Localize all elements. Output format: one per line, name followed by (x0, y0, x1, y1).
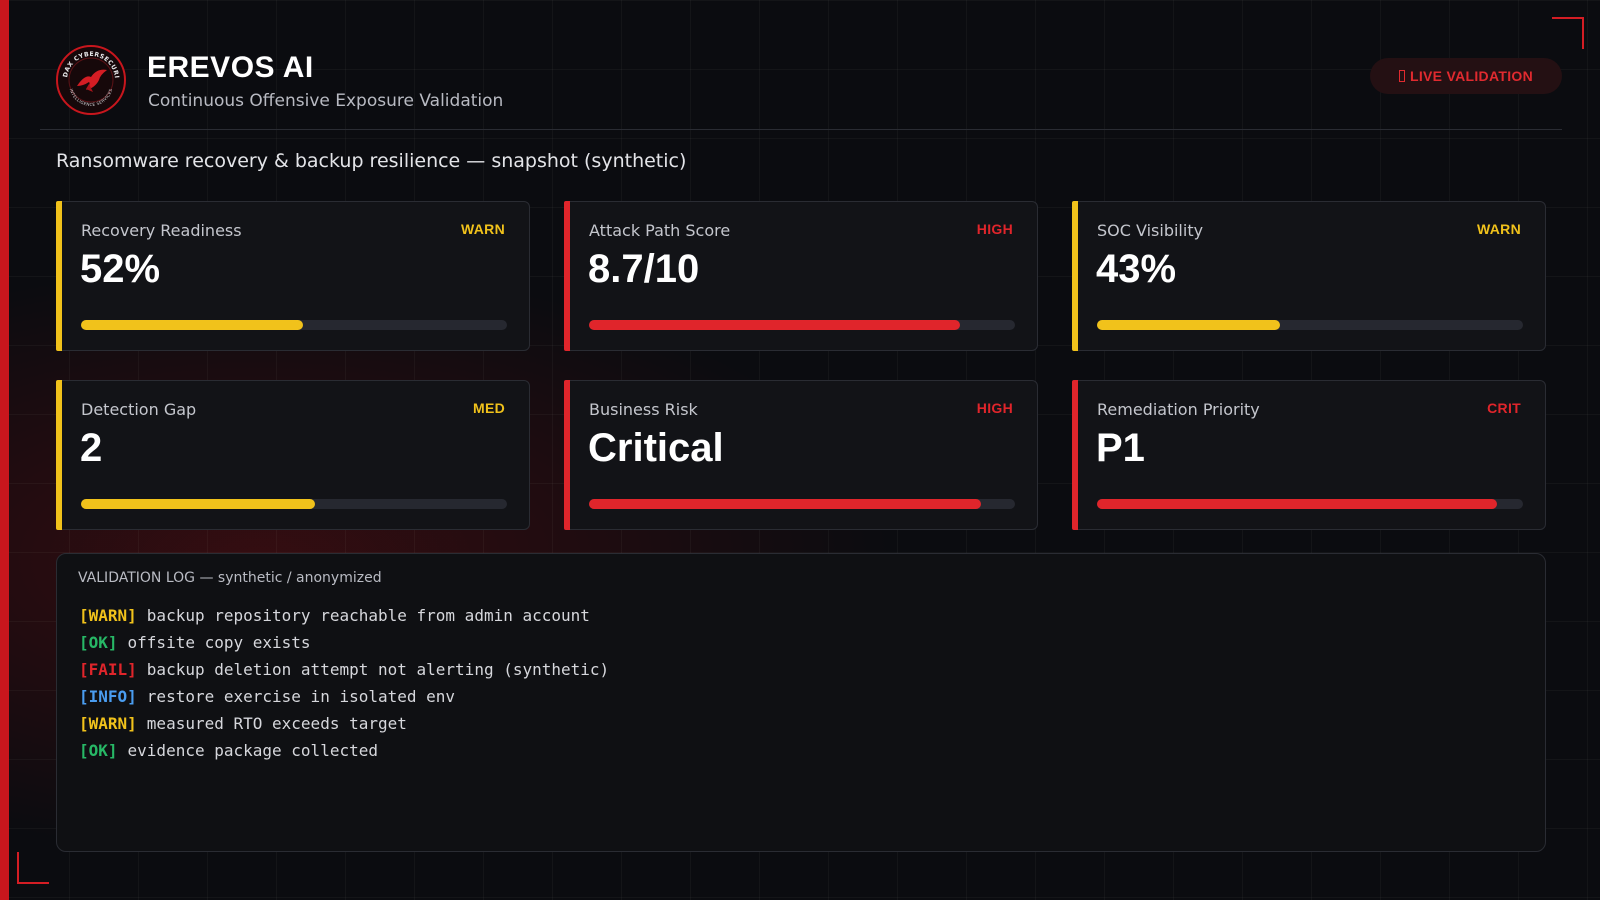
metric-label: Attack Path Score (589, 221, 731, 240)
severity-badge: HIGH (976, 221, 1013, 237)
metric-card-remediation-priority: Remediation Priority CRIT P1 (1072, 380, 1546, 530)
corner-bracket-bottom-left (17, 852, 49, 884)
header: AUDAX CYBERSECURITY INTELLIGENCE SERVICE… (40, 44, 1562, 130)
metric-label: Detection Gap (81, 400, 197, 419)
metric-value: P1 (1096, 426, 1145, 470)
progress-track (81, 320, 507, 330)
log-level-tag: [FAIL] (79, 660, 137, 679)
validation-log-panel: VALIDATION LOG — synthetic / anonymized … (56, 553, 1546, 852)
brand-accent-bar (0, 0, 9, 900)
log-level-tag: [OK] (79, 741, 118, 760)
log-level-tag: [WARN] (79, 606, 137, 625)
metric-value: 52% (80, 247, 161, 291)
log-message: backup deletion attempt not alerting (sy… (146, 660, 610, 679)
severity-badge: MED (472, 400, 505, 416)
validation-log-title: VALIDATION LOG — synthetic / anonymized (78, 570, 382, 586)
log-line: [INFO] restore exercise in isolated env (79, 683, 609, 710)
log-level-tag: [INFO] (79, 687, 137, 706)
validation-log-lines: [WARN] backup repository reachable from a… (79, 602, 609, 764)
live-indicator-icon (1399, 70, 1405, 82)
log-message: measured RTO exceeds target (146, 714, 407, 733)
progress-fill (1097, 320, 1281, 330)
log-level-tag: [WARN] (79, 714, 137, 733)
snapshot-title: Ransomware recovery & backup resilience … (56, 150, 687, 172)
log-level-tag: [OK] (79, 633, 118, 652)
app-title: EREVOS AI (147, 51, 314, 84)
dashboard-page: AUDAX CYBERSECURITY INTELLIGENCE SERVICE… (0, 0, 1600, 900)
log-message: backup repository reachable from admin a… (146, 606, 590, 625)
audax-logo-icon: AUDAX CYBERSECURITY INTELLIGENCE SERVICE… (55, 44, 126, 115)
metric-card-business-risk: Business Risk HIGH Critical (564, 380, 1038, 530)
metric-value: Critical (588, 426, 724, 470)
progress-track (589, 499, 1015, 509)
card-accent (1072, 380, 1078, 530)
metric-label: Remediation Priority (1097, 400, 1260, 419)
log-message: offsite copy exists (127, 633, 311, 652)
log-message: evidence package collected (127, 741, 378, 760)
card-accent (564, 201, 570, 351)
metric-card-soc-visibility: SOC Visibility WARN 43% (1072, 201, 1546, 351)
live-validation-badge[interactable]: LIVE VALIDATION (1370, 58, 1562, 94)
progress-track (589, 320, 1015, 330)
metric-label: SOC Visibility (1097, 221, 1204, 240)
card-accent (56, 380, 62, 530)
progress-track (1097, 320, 1523, 330)
progress-fill (589, 320, 960, 330)
severity-badge: WARN (1477, 221, 1521, 237)
progress-fill (1097, 499, 1498, 509)
app-subtitle: Continuous Offensive Exposure Validation (148, 91, 504, 111)
severity-badge: WARN (461, 221, 505, 237)
card-accent (564, 380, 570, 530)
live-validation-label: LIVE VALIDATION (1410, 68, 1533, 84)
log-message: restore exercise in isolated env (146, 687, 456, 706)
progress-track (1097, 499, 1523, 509)
metric-value: 8.7/10 (588, 247, 700, 291)
severity-badge: HIGH (976, 400, 1013, 416)
metric-label: Business Risk (589, 400, 698, 419)
metric-card-recovery-readiness: Recovery Readiness WARN 52% (56, 201, 530, 351)
metric-value: 43% (1096, 247, 1177, 291)
card-accent (56, 201, 62, 351)
log-line: [FAIL] backup deletion attempt not alerti… (79, 656, 609, 683)
metric-card-attack-path-score: Attack Path Score HIGH 8.7/10 (564, 201, 1038, 351)
progress-fill (81, 499, 316, 509)
log-line: [OK] offsite copy exists (79, 629, 609, 656)
progress-fill (81, 320, 303, 330)
progress-track (81, 499, 507, 509)
log-line: [WARN] measured RTO exceeds target (79, 710, 609, 737)
log-line: [WARN] backup repository reachable from a… (79, 602, 609, 629)
metric-label: Recovery Readiness (81, 221, 242, 240)
severity-badge: CRIT (1487, 400, 1521, 416)
metric-value: 2 (80, 426, 103, 470)
card-accent (1072, 201, 1078, 351)
progress-fill (589, 499, 981, 509)
metric-card-detection-gap: Detection Gap MED 2 (56, 380, 530, 530)
log-line: [OK] evidence package collected (79, 737, 609, 764)
